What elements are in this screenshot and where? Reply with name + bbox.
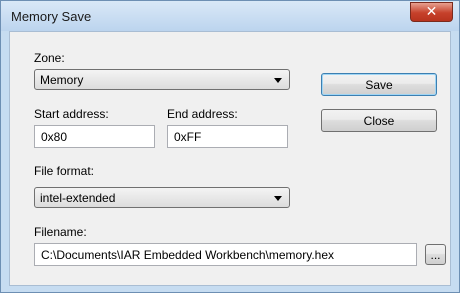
zone-select[interactable]: Memory <box>34 69 290 90</box>
title-bar: Memory Save ✕ <box>1 1 459 31</box>
close-window-button[interactable]: ✕ <box>410 2 453 22</box>
start-address-label: Start address: <box>34 107 109 121</box>
browse-button-label: ... <box>430 247 441 262</box>
save-button[interactable]: Save <box>321 73 437 96</box>
dialog-body: Zone: Memory Start address: 0x80 End add… <box>9 31 451 286</box>
start-address-value: 0x80 <box>41 130 68 144</box>
start-address-field[interactable]: 0x80 <box>34 125 155 148</box>
dialog-title: Memory Save <box>11 9 92 24</box>
zone-value: Memory <box>40 73 84 87</box>
filename-label: Filename: <box>34 225 87 239</box>
browse-button[interactable]: ... <box>425 244 446 265</box>
end-address-label: End address: <box>167 107 238 121</box>
zone-label: Zone: <box>34 51 65 65</box>
chevron-down-icon <box>274 78 282 83</box>
file-format-value: intel-extended <box>40 191 116 205</box>
close-icon: ✕ <box>425 4 438 20</box>
filename-value: C:\Documents\IAR Embedded Workbench\memo… <box>41 248 335 262</box>
memory-save-dialog: Memory Save ✕ Zone: Memory Start address… <box>0 0 460 293</box>
chevron-down-icon <box>274 196 282 201</box>
end-address-value: 0xFF <box>174 130 202 144</box>
close-button-label: Close <box>363 113 395 128</box>
file-format-select[interactable]: intel-extended <box>34 187 290 208</box>
close-button[interactable]: Close <box>321 109 437 132</box>
end-address-field[interactable]: 0xFF <box>167 125 288 148</box>
save-button-label: Save <box>365 77 393 92</box>
file-format-label: File format: <box>34 164 95 178</box>
filename-field[interactable]: C:\Documents\IAR Embedded Workbench\memo… <box>34 243 417 266</box>
